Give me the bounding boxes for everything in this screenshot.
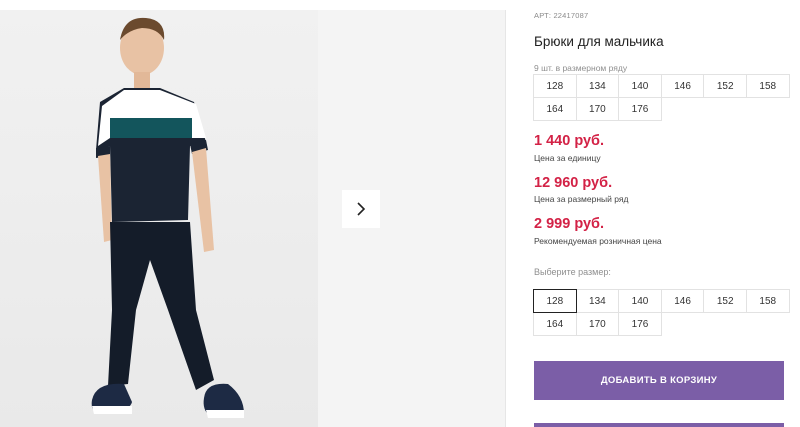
size-option-selected[interactable]: 128 xyxy=(533,289,577,313)
product-photo xyxy=(0,10,318,427)
price-unit: 1 440 руб. xyxy=(534,133,605,149)
gallery-next-button[interactable] xyxy=(342,190,380,228)
pack-size-cell: 164 xyxy=(533,97,577,121)
pack-note: 9 шт. в размерном ряду xyxy=(534,63,628,73)
divider xyxy=(505,10,506,427)
size-option[interactable]: 164 xyxy=(533,312,577,336)
secondary-button-edge[interactable] xyxy=(534,423,784,427)
pack-size-cell: 158 xyxy=(745,74,790,98)
size-option[interactable]: 176 xyxy=(618,312,662,336)
size-option[interactable]: 134 xyxy=(575,289,620,313)
pack-size-cell: 140 xyxy=(618,74,662,98)
article-value: 22417087 xyxy=(553,11,589,20)
size-option[interactable]: 170 xyxy=(575,312,620,336)
choose-size-label: Выберите размер: xyxy=(534,267,611,277)
product-gallery xyxy=(0,10,505,427)
pack-size-cell: 134 xyxy=(575,74,620,98)
article-label: АРТ: xyxy=(534,11,552,20)
pack-size-cell: 170 xyxy=(575,97,620,121)
chevron-right-icon xyxy=(357,202,366,216)
size-selector: 128 134 140 146 152 158 164 170 176 xyxy=(533,289,790,336)
pack-size-cell: 128 xyxy=(533,74,577,98)
pack-size-cell: 152 xyxy=(703,74,747,98)
price-pack-note: Цена за размерный ряд xyxy=(534,194,629,204)
pack-size-cell: 146 xyxy=(660,74,705,98)
pack-size-grid: 128 134 140 146 152 158 164 170 176 xyxy=(533,74,790,121)
boy-in-outfit-illustration xyxy=(91,17,244,418)
size-option[interactable]: 152 xyxy=(703,289,747,313)
size-option[interactable]: 140 xyxy=(618,289,662,313)
price-retail: 2 999 руб. xyxy=(534,216,605,232)
price-unit-note: Цена за единицу xyxy=(534,153,601,163)
price-pack: 12 960 руб. xyxy=(534,175,613,191)
price-retail-note: Рекомендуемая розничная цена xyxy=(534,236,662,246)
add-to-cart-button[interactable]: ДОБАВИТЬ В КОРЗИНУ xyxy=(534,361,784,400)
pack-size-cell: 176 xyxy=(618,97,662,121)
size-option[interactable]: 146 xyxy=(660,289,705,313)
product-title: Брюки для мальчика xyxy=(534,34,664,49)
size-option[interactable]: 158 xyxy=(745,289,790,313)
article-number: АРТ: 22417087 xyxy=(534,11,588,20)
